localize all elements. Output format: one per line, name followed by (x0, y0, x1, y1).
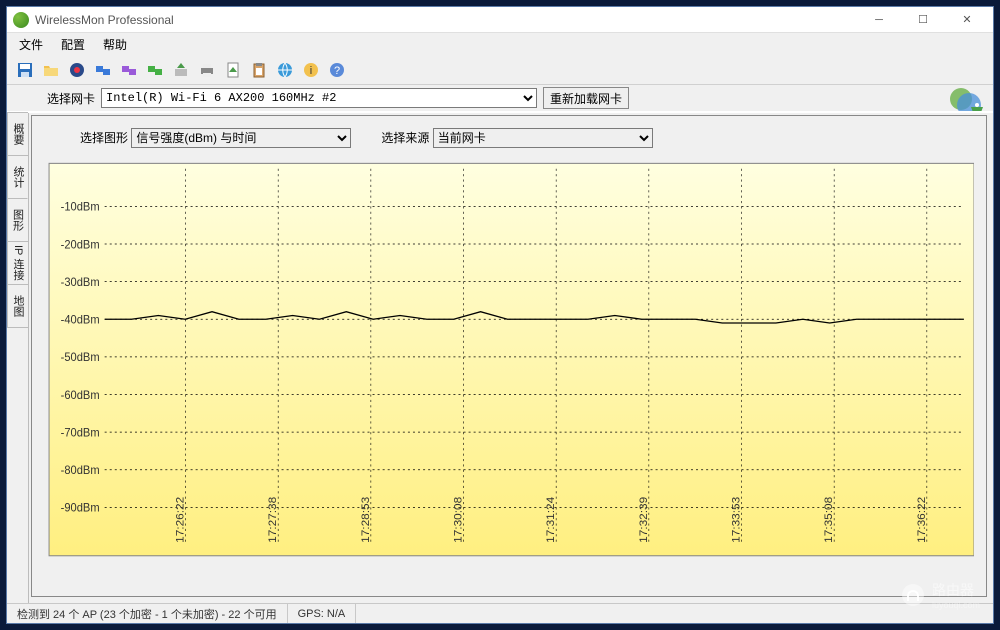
svg-text:-50dBm: -50dBm (61, 352, 100, 364)
svg-text:-10dBm: -10dBm (61, 201, 100, 213)
close-button[interactable]: ✕ (945, 8, 989, 32)
export-icon[interactable] (169, 58, 193, 82)
svg-text:?: ? (334, 65, 340, 77)
open-icon[interactable] (39, 58, 63, 82)
maximize-button[interactable]: ☐ (901, 8, 945, 32)
tab-summary[interactable]: 概要 (7, 112, 28, 156)
info-icon[interactable]: i (299, 58, 323, 82)
svg-text:-20dBm: -20dBm (61, 239, 100, 251)
chart: -10dBm -20dBm -30dBm -40dBm -50dBm -60dBm -70d… (44, 158, 974, 588)
svg-text:17:35:08: 17:35:08 (823, 497, 835, 543)
svg-text:17:36:22: 17:36:22 (916, 497, 928, 543)
svg-text:17:26:22: 17:26:22 (175, 497, 187, 543)
app-window: WirelessMon Professional ─ ☐ ✕ 文件 配置 帮助 … (6, 6, 994, 624)
menu-help[interactable]: 帮助 (95, 34, 135, 55)
chart-type-label: 选择图形 (80, 131, 128, 145)
menu-config[interactable]: 配置 (53, 34, 93, 55)
svg-text:17:33:53: 17:33:53 (731, 497, 743, 543)
main-panel: 选择图形 信号强度(dBm) 与时间 选择来源 当前网卡 -10dBm -20dB… (31, 115, 987, 597)
svg-text:-40dBm: -40dBm (61, 314, 100, 326)
netmon-c-icon[interactable] (143, 58, 167, 82)
minimize-button[interactable]: ─ (857, 8, 901, 32)
svg-text:17:32:39: 17:32:39 (638, 497, 650, 543)
save-icon[interactable] (13, 58, 37, 82)
nic-label: 选择网卡 (47, 90, 95, 107)
svg-text:i: i (310, 65, 312, 77)
tab-ip-conn[interactable]: IP 连接 (7, 241, 28, 285)
titlebar: WirelessMon Professional ─ ☐ ✕ (7, 7, 993, 33)
window-title: WirelessMon Professional (35, 13, 857, 27)
status-detect: 检测到 24 个 AP (23 个加密 - 1 个未加密) - 22 个可用 (7, 604, 288, 623)
svg-text:-90dBm: -90dBm (61, 502, 100, 514)
chart-type-select[interactable]: 信号强度(dBm) 与时间 (131, 128, 351, 148)
svg-text:17:30:08: 17:30:08 (453, 497, 465, 543)
content-area: 概要 统计 图形 IP 连接 地图 选择图形 信号强度(dBm) 与时间 选择来… (7, 111, 993, 603)
svg-text:-30dBm: -30dBm (61, 277, 100, 289)
netmon-b-icon[interactable] (117, 58, 141, 82)
reload-nic-button[interactable]: 重新加载网卡 (543, 87, 629, 109)
svg-text:17:27:38: 17:27:38 (267, 497, 279, 543)
record-icon[interactable] (65, 58, 89, 82)
print-icon[interactable] (195, 58, 219, 82)
svg-text:17:28:53: 17:28:53 (360, 497, 372, 543)
clipboard-icon[interactable] (247, 58, 271, 82)
svg-text:-80dBm: -80dBm (61, 465, 100, 477)
netmon-a-icon[interactable] (91, 58, 115, 82)
app-icon (13, 12, 29, 28)
chart-source-label: 选择来源 (381, 131, 429, 145)
svg-text:-70dBm: -70dBm (61, 427, 100, 439)
svg-text:-60dBm: -60dBm (61, 390, 100, 402)
help-icon[interactable]: ? (325, 58, 349, 82)
graph-selector-row: 选择图形 信号强度(dBm) 与时间 选择来源 当前网卡 (80, 128, 974, 148)
svg-text:17:31:24: 17:31:24 (545, 496, 557, 543)
nic-select[interactable]: Intel(R) Wi-Fi 6 AX200 160MHz #2 (101, 88, 537, 108)
chart-source-select[interactable]: 当前网卡 (433, 128, 653, 148)
tab-map[interactable]: 地图 (7, 284, 28, 328)
statusbar: 检测到 24 个 AP (23 个加密 - 1 个未加密) - 22 个可用 G… (7, 603, 993, 623)
doc-icon[interactable] (221, 58, 245, 82)
toolbar: i ? (7, 55, 993, 85)
side-tabs: 概要 统计 图形 IP 连接 地图 (7, 113, 29, 603)
globe-icon[interactable] (273, 58, 297, 82)
nic-row: 选择网卡 Intel(R) Wi-Fi 6 AX200 160MHz #2 重新… (7, 85, 993, 111)
status-gps: GPS: N/A (288, 604, 357, 623)
menu-file[interactable]: 文件 (11, 34, 51, 55)
menubar: 文件 配置 帮助 (7, 33, 993, 55)
tab-stats[interactable]: 统计 (7, 155, 28, 199)
tab-graph[interactable]: 图形 (7, 198, 28, 242)
